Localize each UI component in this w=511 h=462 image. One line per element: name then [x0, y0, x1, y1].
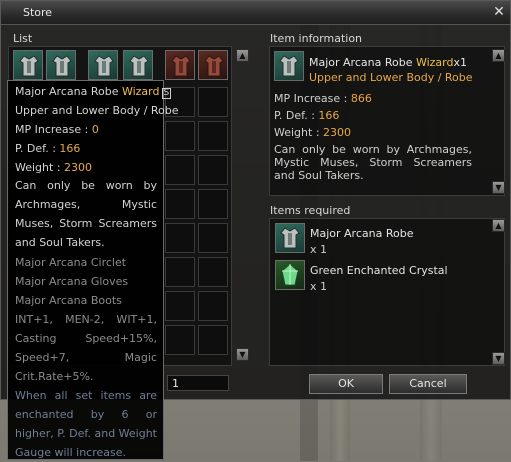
window-title: Store [23, 6, 53, 19]
tooltip-slot: Upper and Lower Body / Robe [15, 104, 179, 117]
info-item-name-text: Major Arcana Robe [309, 56, 413, 69]
tooltip-enchant-effect: When all set items are enchanted by 6 or… [15, 389, 157, 459]
info-item-grade: Wizard [415, 56, 454, 69]
item-tooltip: Major Arcana Robe Wizard S Upper and Lowe… [7, 80, 179, 460]
cancel-button[interactable]: Cancel [389, 374, 467, 394]
armor-icon [94, 55, 114, 77]
required-scroll-up-button[interactable]: ▲ [492, 219, 505, 232]
empty-slot[interactable] [198, 155, 228, 185]
tooltip-grade: Wizard [121, 85, 160, 98]
empty-slot[interactable] [198, 223, 228, 253]
empty-slot[interactable] [198, 291, 228, 321]
info-pdef-label: P. Def. : [274, 109, 319, 122]
empty-slot[interactable] [165, 155, 195, 185]
armor-icon [129, 55, 149, 77]
tooltip-set-item: Major Arcana Circlet [15, 256, 127, 269]
required-item-name: Major Arcana Robe [310, 227, 414, 240]
ok-button[interactable]: OK [309, 374, 383, 394]
info-mp-value: 866 [350, 92, 372, 105]
info-item-slot: Upper and Lower Body / Robe [309, 71, 473, 84]
items-required-label: Items required [270, 204, 351, 217]
empty-slot[interactable] [198, 189, 228, 219]
robe-icon [19, 55, 39, 77]
empty-slot[interactable] [165, 257, 195, 287]
empty-slot[interactable] [198, 87, 228, 117]
tooltip-mp-value: 0 [91, 123, 99, 136]
empty-slot[interactable] [165, 325, 195, 355]
armor-icon [204, 55, 224, 77]
list-label: List [13, 32, 33, 45]
list-scroll-up-button[interactable]: ▲ [236, 49, 249, 62]
list-item[interactable] [165, 50, 195, 80]
title-bar[interactable]: Store ✕ [1, 1, 510, 25]
tooltip-mp: MP Increase : 0 [15, 123, 99, 136]
tooltip-set-bonus: INT+1, MEN-2, WIT+1, Casting Speed+15%, … [15, 313, 157, 383]
list-item[interactable] [13, 50, 43, 80]
required-item-name: Green Enchanted Crystal [310, 264, 448, 277]
required-item-qty: x 1 [310, 280, 328, 293]
empty-slot[interactable] [198, 121, 228, 151]
s-grade-badge: S [161, 88, 172, 99]
list-item[interactable] [46, 50, 76, 80]
tooltip-weight: Weight : 2300 [15, 161, 92, 174]
tooltip-description: Can only be worn by Archmages, Mystic Mu… [15, 179, 157, 249]
info-item-name: Major Arcana Robe Wizardx1 [309, 56, 467, 69]
armor-icon [52, 55, 72, 77]
empty-slot[interactable] [165, 189, 195, 219]
list-item[interactable] [123, 50, 153, 80]
robe-icon [274, 51, 304, 81]
tooltip-pdef-value: 166 [59, 142, 81, 155]
required-item-qty: x 1 [310, 243, 328, 256]
info-pdef: P. Def. : 166 [274, 109, 339, 122]
close-icon[interactable]: ✕ [491, 4, 507, 20]
list-scroll-down-button[interactable]: ▼ [236, 348, 249, 361]
list-item[interactable] [198, 50, 228, 80]
empty-slot[interactable] [165, 291, 195, 321]
armor-icon [171, 55, 191, 77]
tooltip-weight-label: Weight : [15, 161, 65, 174]
quantity-input[interactable]: 1 [167, 375, 229, 391]
tooltip-item-name: Major Arcana Robe Wizard S [15, 85, 172, 99]
tooltip-set-item: Major Arcana Boots [15, 294, 122, 307]
tooltip-pdef-label: P. Def. : [15, 142, 60, 155]
crystal-icon [275, 260, 305, 290]
info-scroll-up-button[interactable]: ▲ [492, 49, 505, 62]
info-mp-increase: MP Increase : 866 [274, 92, 372, 105]
info-scroll-down-button[interactable]: ▼ [492, 181, 505, 194]
info-weight-value: 2300 [323, 126, 352, 139]
item-information-label: Item information [270, 32, 363, 45]
tooltip-pdef: P. Def. : 166 [15, 142, 80, 155]
tooltip-weight-value: 2300 [64, 161, 93, 174]
tooltip-name-text: Major Arcana Robe [15, 85, 119, 98]
tooltip-mp-label: MP Increase : [15, 123, 92, 136]
info-weight-label: Weight : [274, 126, 324, 139]
empty-slot[interactable] [165, 223, 195, 253]
info-weight: Weight : 2300 [274, 126, 351, 139]
empty-slot[interactable] [198, 257, 228, 287]
robe-icon [275, 223, 305, 253]
info-item-count: x1 [453, 56, 468, 69]
list-item[interactable] [88, 50, 118, 80]
empty-slot[interactable] [165, 121, 195, 151]
required-scroll-down-button[interactable]: ▼ [492, 352, 505, 365]
info-description: Can only be worn by Archmages, Mystic Mu… [274, 143, 472, 182]
info-pdef-value: 166 [318, 109, 340, 122]
empty-slot[interactable] [198, 325, 228, 355]
info-mp-label: MP Increase : [274, 92, 351, 105]
tooltip-set-item: Major Arcana Gloves [15, 275, 129, 288]
